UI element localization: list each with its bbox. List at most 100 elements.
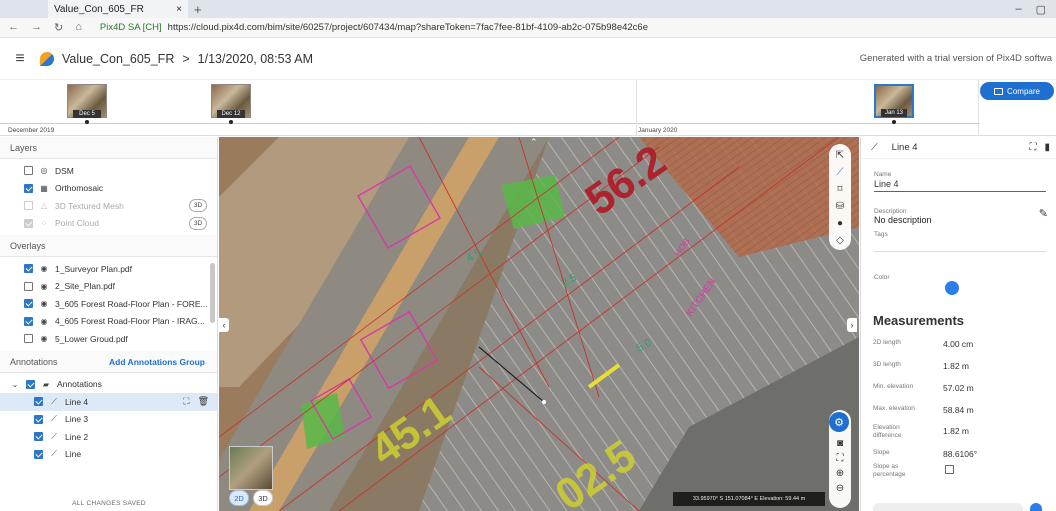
app-header: ≡ Value_Con_605_FR > 1/13/2020, 08:53 AM… (0, 38, 1056, 80)
overlays-title: Overlays (10, 241, 46, 251)
layer-item-orthomosaic[interactable]: ▦ Orthomosaic (0, 180, 217, 198)
annotation-item-line[interactable]: ⟋ Line (0, 446, 217, 464)
tab-close-icon[interactable]: × (176, 4, 182, 15)
site-identity[interactable]: Pix4D SA [CH] (100, 22, 162, 33)
marker-icon[interactable]: ● (832, 216, 848, 230)
layer-checkbox[interactable] (24, 183, 33, 193)
nav-buttons: ← → ↻ ⌂ (0, 21, 90, 34)
overlay-checkbox[interactable] (24, 316, 33, 326)
chevron-down-icon[interactable]: ⌄ (10, 380, 20, 389)
color-label: Color (874, 274, 890, 281)
url-field[interactable]: https://cloud.pix4d.com/bim/site/60257/p… (168, 22, 648, 33)
collapse-left-panel-icon[interactable]: ‹ (219, 318, 229, 332)
overlay-item[interactable]: ◉ 2_Site_Plan.pdf (0, 278, 217, 296)
browser-tab[interactable]: Value_Con_605_FR × (48, 0, 188, 18)
timeline-thumb-1[interactable]: Dec 5 (67, 84, 107, 118)
annotation-actions: ⛶ 🗑 (183, 396, 209, 407)
panel-bottom-button[interactable] (873, 503, 1023, 511)
point-cloud-icon: ⁘ (40, 218, 48, 228)
panel-header-actions: ⛶ ▮ (1029, 142, 1050, 153)
3d-badge[interactable]: 3D (189, 199, 207, 213)
layer-item-point-cloud[interactable]: ⁘ Point Cloud 3D (0, 215, 217, 233)
annotation-checkbox[interactable] (34, 432, 43, 442)
overlay-checkbox[interactable] (24, 299, 33, 309)
maximize-icon[interactable]: ▢ (1036, 3, 1046, 16)
overlay-checkbox[interactable] (24, 264, 33, 274)
timeline-thumb-3[interactable]: Jan 13 (874, 84, 914, 118)
breadcrumb: Value_Con_605_FR > 1/13/2020, 08:53 AM (62, 52, 313, 66)
timeline-axis (0, 123, 980, 124)
collapse-right-panel-icon[interactable]: › (847, 318, 857, 332)
tags-input[interactable] (874, 242, 1046, 252)
minimap[interactable] (229, 446, 273, 490)
map-viewport[interactable]: 4.5 2.5 5.0 56.2 45.1 02.5 KITCHEN HOB (219, 137, 859, 511)
camera-icon[interactable]: ◙ (837, 438, 843, 449)
comment-icon: ▰ (42, 379, 50, 389)
name-input[interactable]: Line 4 (874, 178, 1046, 192)
measurements-title: Measurements (873, 313, 965, 328)
select-pointer-icon[interactable]: ⇱ (832, 148, 848, 162)
collapse-timeline-chevron-icon[interactable]: ⌃ (530, 137, 544, 147)
forward-icon[interactable]: → (31, 21, 42, 34)
edit-pencil-icon[interactable]: ✎ (1039, 207, 1048, 220)
draw-polygon-icon[interactable]: ⌑ (832, 182, 848, 196)
overlay-item[interactable]: ◉ 4_605 Forest Road-Floor Plan - IRAG... (0, 313, 217, 331)
layers-list: ◎ DSM ▦ Orthomosaic △ 3D Textured Mesh 3… (0, 159, 217, 235)
thumb-date: Jan 13 (881, 109, 907, 117)
group-checkbox[interactable] (26, 379, 35, 389)
annotation-item-line-2[interactable]: ⟋ Line 2 (0, 428, 217, 446)
delete-icon[interactable]: 🗑 (198, 396, 209, 407)
measurement-label: Slope (873, 449, 890, 456)
annotation-checkbox[interactable] (34, 449, 43, 459)
orthomosaic-canvas[interactable]: 4.5 2.5 5.0 56.2 45.1 02.5 KITCHEN HOB (219, 137, 859, 511)
annotations-title: Annotations (10, 356, 58, 367)
new-tab-button[interactable]: + (194, 2, 202, 17)
focus-icon[interactable]: ⛶ (1029, 142, 1036, 153)
description-value[interactable]: No description (861, 215, 1056, 225)
minimize-icon[interactable]: – (1015, 3, 1021, 16)
annotation-checkbox[interactable] (34, 397, 43, 407)
mode-3d-button[interactable]: 3D (253, 490, 273, 506)
tab-title: Value_Con_605_FR (54, 3, 144, 15)
home-icon[interactable]: ⌂ (75, 21, 82, 34)
draw-line-icon[interactable]: ⟋ (832, 165, 848, 179)
overlay-checkbox[interactable] (24, 281, 33, 291)
layer-checkbox[interactable] (24, 166, 33, 176)
fit-view-icon[interactable]: ⛶ (837, 453, 844, 464)
overlay-item[interactable]: ◉ 5_Lower Groud.pdf (0, 330, 217, 348)
settings-gear-icon[interactable]: ⚙ (829, 412, 849, 432)
color-swatch[interactable] (945, 281, 959, 295)
zoom-in-icon[interactable]: ⊕ (836, 468, 844, 479)
layer-checkbox[interactable] (24, 218, 33, 228)
annotation-item-line-3[interactable]: ⟋ Line 3 (0, 411, 217, 429)
delete-icon[interactable]: ▮ (1044, 142, 1050, 153)
refresh-icon[interactable]: ↻ (54, 21, 63, 34)
back-icon[interactable]: ← (8, 21, 19, 34)
layer-item-dsm[interactable]: ◎ DSM (0, 162, 217, 180)
timeline-thumb-2[interactable]: Dec 12 (211, 84, 251, 118)
mode-2d-button[interactable]: 2D (229, 490, 249, 506)
trial-notice: Generated with a trial version of Pix4D … (859, 53, 1052, 64)
month-label-2: January 2020 (638, 127, 678, 134)
annotation-checkbox[interactable] (34, 414, 43, 424)
overlay-item[interactable]: ◉ 3_605 Forest Road-Floor Plan - FORE... (0, 295, 217, 313)
overlay-checkbox[interactable] (24, 334, 33, 344)
slope-percentage-checkbox[interactable] (945, 465, 954, 474)
focus-icon[interactable]: ⛶ (183, 396, 189, 407)
hamburger-menu-icon[interactable]: ≡ (0, 50, 40, 68)
layer-checkbox[interactable] (24, 201, 33, 211)
project-name[interactable]: Value_Con_605_FR (62, 52, 174, 66)
overlays-scrollbar[interactable] (210, 263, 215, 323)
layer-item-mesh[interactable]: △ 3D Textured Mesh 3D (0, 197, 217, 215)
volume-icon[interactable]: ⛁ (832, 199, 848, 213)
compare-button[interactable]: Compare (980, 82, 1054, 100)
annotations-group[interactable]: ⌄ ▰ Annotations (0, 376, 217, 394)
overlay-item[interactable]: ◉ 1_Surveyor Plan.pdf (0, 260, 217, 278)
annotation-item-line-4[interactable]: ⟋ Line 4 ⛶ 🗑 (0, 393, 217, 411)
month-label-1: December 2019 (8, 127, 55, 134)
point-icon[interactable]: ◇ (832, 233, 848, 247)
3d-badge[interactable]: 3D (189, 216, 207, 230)
zoom-out-icon[interactable]: ⊖ (836, 483, 844, 494)
panel-bottom-action[interactable] (1030, 503, 1042, 511)
add-annotations-group-link[interactable]: Add Annotations Group (109, 351, 217, 372)
